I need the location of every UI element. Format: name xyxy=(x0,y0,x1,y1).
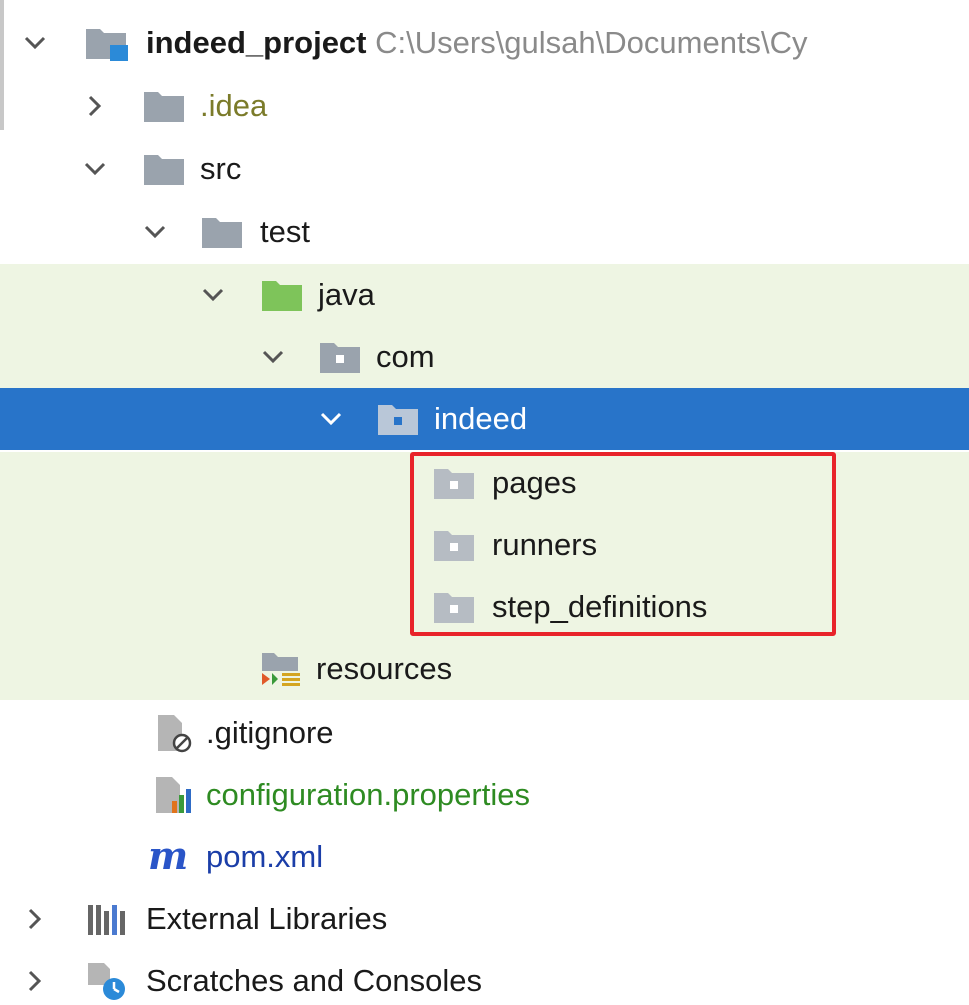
chevron-down-icon[interactable] xyxy=(18,26,52,60)
external-libraries-label: External Libraries xyxy=(146,901,388,936)
package-icon xyxy=(320,343,360,373)
svg-text:m: m xyxy=(148,837,188,877)
indeed-label: indeed xyxy=(434,401,528,436)
chevron-down-icon[interactable] xyxy=(196,278,230,312)
tree-row-indeed[interactable]: indeed xyxy=(0,388,969,450)
chevron-right-icon[interactable] xyxy=(18,964,52,998)
com-label: com xyxy=(376,339,435,374)
tree-row-configuration-properties[interactable]: configuration.properties xyxy=(0,764,969,826)
tree-row-pom[interactable]: m pom.xml xyxy=(0,826,969,888)
project-path: C:\Users\gulsah\Documents\Cy xyxy=(375,25,808,60)
highlight-box xyxy=(410,452,836,636)
scratches-clock-icon xyxy=(88,963,125,1000)
project-name: indeed_project xyxy=(146,25,367,60)
src-label: src xyxy=(200,151,242,186)
properties-file-icon xyxy=(156,777,191,813)
libraries-icon xyxy=(88,905,125,935)
chevron-right-icon[interactable] xyxy=(18,902,52,936)
gitignore-label: .gitignore xyxy=(206,715,334,750)
idea-label: .idea xyxy=(200,88,268,123)
tree-row-src[interactable]: src xyxy=(0,138,969,200)
chevron-down-icon[interactable] xyxy=(78,152,112,186)
folder-icon xyxy=(144,155,184,185)
project-tree: indeed_project C:\Users\gulsah\Documents… xyxy=(0,0,969,1005)
resources-label: resources xyxy=(316,651,453,686)
package-icon xyxy=(378,405,418,435)
java-label: java xyxy=(318,277,375,312)
folder-icon xyxy=(144,92,184,122)
chevron-down-icon[interactable] xyxy=(314,402,348,436)
pom-label: pom.xml xyxy=(206,839,324,874)
tree-row-idea[interactable]: .idea xyxy=(0,75,969,137)
ignore-file-icon xyxy=(158,715,192,753)
chevron-down-icon[interactable] xyxy=(256,340,290,374)
tree-row-project-root[interactable]: indeed_project C:\Users\gulsah\Documents… xyxy=(0,12,969,74)
source-folder-icon xyxy=(262,281,302,311)
tree-row-com[interactable]: com xyxy=(0,326,969,388)
chevron-right-icon[interactable] xyxy=(78,89,112,123)
tree-row-external-libraries[interactable]: External Libraries xyxy=(0,888,969,950)
chevron-down-icon[interactable] xyxy=(138,215,172,249)
tree-row-test[interactable]: test xyxy=(0,201,969,263)
configuration-properties-label: configuration.properties xyxy=(206,777,530,812)
tree-row-scratches[interactable]: Scratches and Consoles xyxy=(0,950,969,1005)
tree-row-java[interactable]: java xyxy=(0,264,969,326)
maven-icon: m xyxy=(148,837,188,877)
tree-row-gitignore[interactable]: .gitignore xyxy=(0,702,969,764)
test-label: test xyxy=(260,214,310,249)
resources-folder-icon xyxy=(262,653,300,686)
module-folder-icon xyxy=(86,29,128,61)
scratches-label: Scratches and Consoles xyxy=(146,963,483,998)
folder-icon xyxy=(202,218,242,248)
project-name-label: indeed_project C:\Users\gulsah\Documents… xyxy=(146,23,808,63)
tree-row-resources[interactable]: resources xyxy=(0,638,969,700)
